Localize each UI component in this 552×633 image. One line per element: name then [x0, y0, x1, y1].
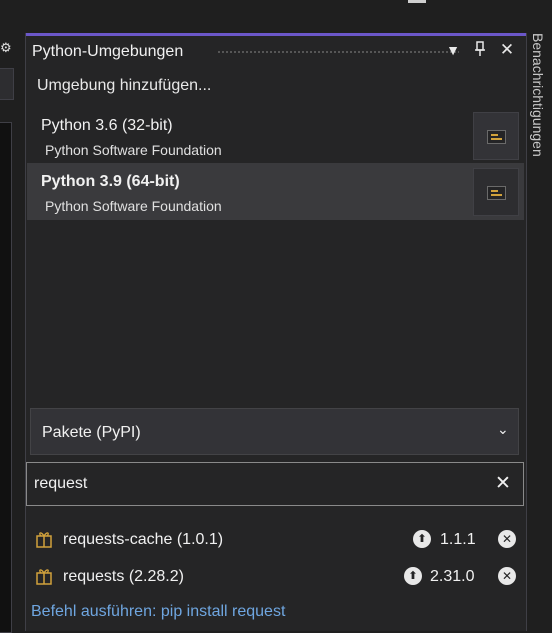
uninstall-icon[interactable]: ✕	[498, 567, 516, 585]
notifications-side-tab[interactable]: Benachrichtigungen	[528, 31, 550, 211]
open-interactive-window-button[interactable]	[473, 168, 519, 216]
package-search-box[interactable]: ✕	[26, 462, 524, 506]
add-environment-link[interactable]: Umgebung hinzufügen...	[37, 77, 211, 95]
package-source-value: Pakete (PyPI)	[42, 424, 141, 441]
package-name: requests (2.28.2)	[63, 568, 184, 585]
package-icon	[36, 569, 52, 585]
upgrade-version[interactable]: 1.1.1	[440, 531, 476, 549]
interactive-window-icon	[487, 130, 506, 144]
upgrade-icon[interactable]: ⬆	[404, 567, 422, 585]
pin-icon[interactable]	[471, 41, 489, 59]
environment-item[interactable]: Python 3.6 (32-bit) Python Software Foun…	[27, 107, 524, 164]
panel-title: Python-Umgebungen	[32, 43, 184, 60]
left-editor-strip: ⚙	[0, 0, 24, 633]
uninstall-icon[interactable]: ✕	[498, 530, 516, 548]
panel-titlebar: Python-Umgebungen ▼ ✕	[26, 36, 526, 63]
close-icon[interactable]: ✕	[498, 41, 516, 59]
clear-search-icon[interactable]: ✕	[495, 472, 511, 495]
package-item[interactable]: requests-cache (1.0.1) ⬆ 1.1.1 ✕	[26, 522, 524, 556]
environment-publisher: Python Software Foundation	[45, 198, 222, 214]
pin-shape	[475, 41, 485, 56]
package-item[interactable]: requests (2.28.2) ⬆ 2.31.0 ✕	[26, 559, 524, 593]
package-name: requests-cache (1.0.1)	[63, 531, 224, 548]
open-interactive-window-button[interactable]	[473, 112, 519, 160]
python-environments-panel: Python-Umgebungen ▼ ✕ Umgebung hinzufüge…	[25, 33, 527, 631]
upgrade-icon[interactable]: ⬆	[413, 530, 431, 548]
environment-name: Python 3.9 (64-bit)	[41, 173, 180, 190]
package-search-input[interactable]	[34, 473, 474, 495]
left-editor-area	[0, 122, 12, 633]
window-position-dropdown-icon[interactable]: ▼	[444, 41, 462, 59]
interactive-window-icon	[487, 186, 506, 200]
window-restore-icon[interactable]	[408, 0, 426, 3]
gear-icon[interactable]: ⚙	[0, 41, 12, 55]
environment-name: Python 3.6 (32-bit)	[41, 117, 173, 134]
package-source-dropdown[interactable]: Pakete (PyPI) ⌄	[30, 408, 519, 455]
notifications-tab-label: Benachrichtigungen	[530, 33, 546, 157]
run-pip-command-link[interactable]: Befehl ausführen: pip install request	[31, 603, 285, 621]
package-icon	[36, 532, 52, 548]
upgrade-version[interactable]: 2.31.0	[430, 568, 474, 586]
drag-grip[interactable]	[217, 50, 459, 55]
chevron-down-icon: ⌄	[497, 421, 509, 437]
environment-publisher: Python Software Foundation	[45, 142, 222, 158]
environment-item-selected[interactable]: Python 3.9 (64-bit) Python Software Foun…	[27, 163, 524, 220]
left-tool-box	[0, 68, 14, 100]
